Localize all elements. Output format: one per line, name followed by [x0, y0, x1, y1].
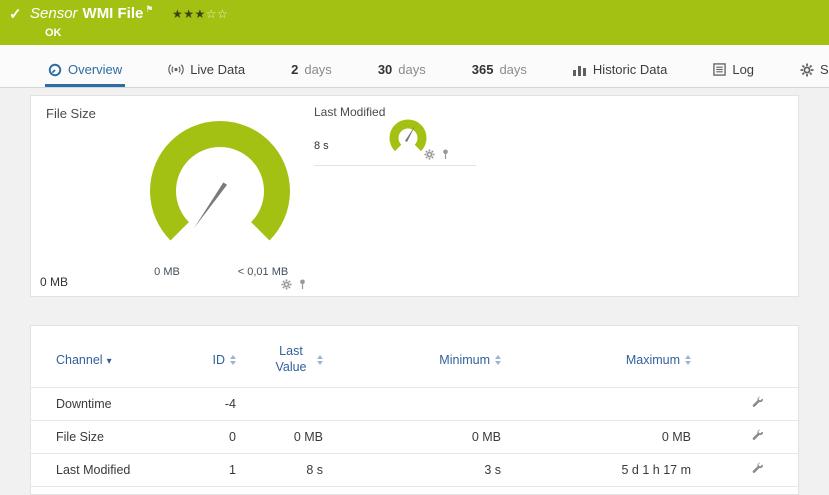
check-icon: ✓: [9, 5, 22, 23]
channel-last-value: 8 s: [246, 454, 341, 487]
tab-unit: days: [499, 62, 526, 77]
channel-maximum: 5 d 1 h 17 m: [521, 454, 726, 487]
last-modified-gauge-controls: [424, 149, 450, 160]
column-label: ID: [213, 353, 226, 367]
channel-maximum: 0 MB: [521, 421, 726, 454]
tab-historic-data[interactable]: Historic Data: [570, 62, 670, 87]
channel-actions: [726, 421, 798, 454]
channel-last-value: [246, 388, 341, 421]
gear-icon: [800, 63, 814, 77]
gear-icon[interactable]: [424, 149, 435, 160]
pin-icon[interactable]: [298, 279, 307, 290]
last-modified-gauge-title: Last Modified: [314, 105, 385, 119]
channel-name[interactable]: File Size: [31, 421, 206, 454]
tab-bar: Overview Live Data 2 days 30 days 365 da…: [0, 45, 829, 88]
gauges-panel: File Size 0 MB < 0,01 MB 0 MB Last Modif…: [30, 95, 799, 297]
tab-settings[interactable]: Settings: [797, 62, 829, 87]
sensor-name: WMI File: [83, 5, 144, 22]
column-label: Minimum: [439, 353, 490, 367]
channel-id: 1: [206, 454, 246, 487]
table-header-row: Channel ▾ ID Last Value Minimum Maximum: [31, 326, 798, 388]
column-label: Last Value: [270, 344, 312, 375]
channel-name[interactable]: Last Modified: [31, 454, 206, 487]
content-area: File Size 0 MB < 0,01 MB 0 MB Last Modif…: [0, 88, 829, 495]
column-header-id[interactable]: ID: [206, 326, 246, 388]
column-label: Channel: [56, 353, 103, 367]
bar-chart-icon: [573, 64, 587, 76]
channel-minimum: 3 s: [341, 454, 521, 487]
tab-log[interactable]: Log: [710, 62, 757, 87]
tab-label: Live Data: [190, 62, 245, 77]
sort-icon[interactable]: [317, 355, 323, 365]
wrench-icon[interactable]: [751, 396, 764, 409]
log-icon: [713, 63, 726, 76]
file-size-gauge-title: File Size: [46, 106, 96, 121]
channel-id: -4: [206, 388, 246, 421]
file-size-current-value: 0 MB: [40, 275, 68, 289]
tab-unit: days: [398, 62, 425, 77]
sensor-header: ✓ Sensor WMI File⚑ ★★★☆☆ OK: [0, 0, 829, 45]
tab-30-days[interactable]: 30 days: [375, 62, 429, 87]
tab-number: 2: [291, 62, 298, 77]
tab-live-data[interactable]: Live Data: [165, 62, 248, 87]
table-row[interactable]: Downtime -4: [31, 388, 798, 421]
column-header-actions: [726, 326, 798, 388]
gear-icon[interactable]: [281, 279, 292, 290]
channel-last-value: 0 MB: [246, 421, 341, 454]
channel-maximum: [521, 388, 726, 421]
gauge-scale-min: 0 MB: [154, 266, 180, 278]
tab-number: 365: [472, 62, 494, 77]
sensor-title-prefix: Sensor: [30, 5, 78, 22]
flag-icon[interactable]: ⚑: [145, 4, 153, 14]
channel-id: 0: [206, 421, 246, 454]
sort-icon[interactable]: [685, 355, 691, 365]
column-header-maximum[interactable]: Maximum: [521, 326, 726, 388]
star-filled-icons[interactable]: ★★★: [172, 7, 206, 21]
tab-365-days[interactable]: 365 days: [469, 62, 530, 87]
channels-table: Channel ▾ ID Last Value Minimum Maximum D…: [31, 326, 798, 487]
channel-name[interactable]: Downtime: [31, 388, 206, 421]
file-size-gauge-controls: [281, 279, 307, 290]
tab-label: Overview: [68, 62, 122, 77]
column-header-minimum[interactable]: Minimum: [341, 326, 521, 388]
channels-panel: Channel ▾ ID Last Value Minimum Maximum D…: [30, 325, 799, 495]
tab-overview[interactable]: Overview: [45, 62, 125, 87]
last-modified-current-value: 8 s: [314, 140, 329, 152]
column-label: Maximum: [626, 353, 680, 367]
channel-actions: [726, 388, 798, 421]
table-row[interactable]: File Size 0 0 MB 0 MB 0 MB: [31, 421, 798, 454]
wrench-icon[interactable]: [751, 429, 764, 442]
broadcast-icon: [168, 63, 184, 76]
star-empty-icons[interactable]: ☆☆: [206, 7, 229, 21]
tab-unit: days: [304, 62, 331, 77]
sort-icon[interactable]: [230, 355, 236, 365]
column-header-channel[interactable]: Channel ▾: [31, 326, 206, 388]
channel-actions: [726, 454, 798, 487]
channel-minimum: 0 MB: [341, 421, 521, 454]
column-header-last-value[interactable]: Last Value: [246, 326, 341, 388]
file-size-gauge: [140, 111, 300, 271]
gauge-icon: [48, 63, 62, 77]
pin-icon[interactable]: [441, 149, 450, 160]
chevron-down-icon[interactable]: ▾: [107, 356, 112, 367]
tab-number: 30: [378, 62, 392, 77]
divider: [314, 165, 476, 166]
tab-2-days[interactable]: 2 days: [288, 62, 335, 87]
tab-label: Log: [732, 62, 754, 77]
wrench-icon[interactable]: [751, 462, 764, 475]
tab-label: Settings: [820, 62, 829, 77]
sort-icon[interactable]: [495, 355, 501, 365]
gauge-scale-max: < 0,01 MB: [238, 266, 288, 278]
page-title: Sensor WMI File⚑: [30, 4, 153, 22]
status-badge: OK: [45, 27, 62, 39]
channel-minimum: [341, 388, 521, 421]
table-row[interactable]: Last Modified 1 8 s 3 s 5 d 1 h 17 m: [31, 454, 798, 487]
priority-stars[interactable]: ★★★☆☆: [172, 7, 228, 21]
tab-label: Historic Data: [593, 62, 667, 77]
